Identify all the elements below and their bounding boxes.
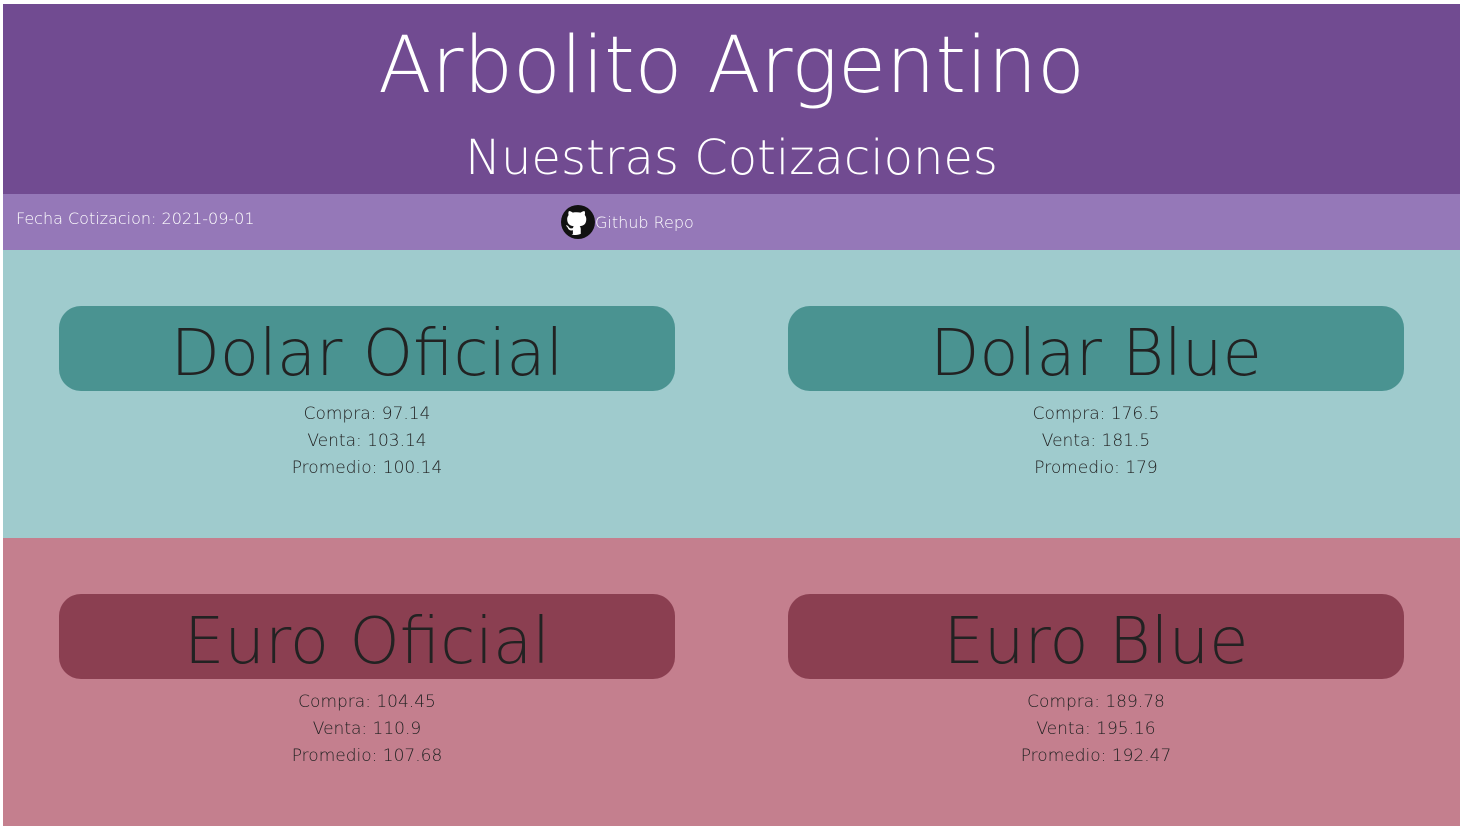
card-dolar-blue: Dolar Blue Compra: 176.5 Venta: 181.5 Pr… <box>788 306 1404 482</box>
promedio-value: 100.14 <box>382 458 443 478</box>
venta-row: Venta: 181.5 <box>788 428 1404 455</box>
dolar-oficial-title[interactable]: Dolar Oficial <box>59 306 675 391</box>
promedio-value: 192.47 <box>1111 746 1172 766</box>
venta-row: Venta: 110.9 <box>59 716 675 743</box>
compra-label: Compra: <box>1027 692 1106 712</box>
github-repo-label: Github Repo <box>595 212 694 232</box>
dolar-section: Dolar Oficial Compra: 97.14 Venta: 103.1… <box>3 250 1460 538</box>
compra-value: 104.45 <box>376 692 436 712</box>
euro-oficial-title[interactable]: Euro Oficial <box>59 594 675 679</box>
venta-label: Venta: <box>312 719 373 739</box>
venta-label: Venta: <box>307 431 368 451</box>
page-title: Arbolito Argentino <box>378 21 1085 111</box>
promedio-label: Promedio: <box>1034 458 1126 478</box>
compra-label: Compra: <box>298 692 377 712</box>
page-subtitle: Nuestras Cotizaciones <box>465 130 998 186</box>
venta-row: Venta: 103.14 <box>59 428 675 455</box>
venta-value: 110.9 <box>372 719 422 739</box>
page: Arbolito Argentino Nuestras Cotizaciones… <box>3 4 1460 826</box>
euro-blue-title[interactable]: Euro Blue <box>788 594 1404 679</box>
github-icon <box>561 205 595 239</box>
euro-oficial-values: Compra: 104.45 Venta: 110.9 Promedio: 10… <box>59 689 675 770</box>
promedio-row: Promedio: 179 <box>788 455 1404 482</box>
venta-value: 181.5 <box>1101 431 1151 451</box>
promedio-value: 179 <box>1125 458 1158 478</box>
compra-value: 189.78 <box>1105 692 1165 712</box>
card-dolar-oficial: Dolar Oficial Compra: 97.14 Venta: 103.1… <box>59 306 675 482</box>
promedio-row: Promedio: 192.47 <box>788 743 1404 770</box>
venta-value: 195.16 <box>1096 719 1156 739</box>
venta-value: 103.14 <box>367 431 427 451</box>
github-repo-link[interactable]: Github Repo <box>561 205 694 239</box>
fecha-cotizacion: Fecha Cotizacion: 2021-09-01 <box>16 209 255 228</box>
compra-label: Compra: <box>303 404 382 424</box>
dolar-blue-values: Compra: 176.5 Venta: 181.5 Promedio: 179 <box>788 401 1404 482</box>
compra-row: Compra: 104.45 <box>59 689 675 716</box>
promedio-label: Promedio: <box>1020 746 1112 766</box>
euro-blue-values: Compra: 189.78 Venta: 195.16 Promedio: 1… <box>788 689 1404 770</box>
compra-value: 97.14 <box>381 404 431 424</box>
euro-section: Euro Oficial Compra: 104.45 Venta: 110.9… <box>3 538 1460 826</box>
compra-row: Compra: 97.14 <box>59 401 675 428</box>
promedio-label: Promedio: <box>291 746 383 766</box>
promedio-value: 107.68 <box>382 746 443 766</box>
card-euro-oficial: Euro Oficial Compra: 104.45 Venta: 110.9… <box>59 594 675 770</box>
venta-label: Venta: <box>1041 431 1102 451</box>
compra-label: Compra: <box>1032 404 1111 424</box>
fecha-value: 2021-09-01 <box>161 209 255 228</box>
header: Arbolito Argentino Nuestras Cotizaciones <box>3 4 1460 194</box>
venta-row: Venta: 195.16 <box>788 716 1404 743</box>
card-euro-blue: Euro Blue Compra: 189.78 Venta: 195.16 P… <box>788 594 1404 770</box>
promedio-row: Promedio: 107.68 <box>59 743 675 770</box>
compra-value: 176.5 <box>1110 404 1160 424</box>
fecha-label: Fecha Cotizacion: <box>16 209 162 228</box>
promedio-label: Promedio: <box>291 458 383 478</box>
compra-row: Compra: 189.78 <box>788 689 1404 716</box>
info-bar: Fecha Cotizacion: 2021-09-01 Github Repo <box>3 194 1460 250</box>
dolar-oficial-values: Compra: 97.14 Venta: 103.14 Promedio: 10… <box>59 401 675 482</box>
dolar-blue-title[interactable]: Dolar Blue <box>788 306 1404 391</box>
venta-label: Venta: <box>1036 719 1097 739</box>
promedio-row: Promedio: 100.14 <box>59 455 675 482</box>
compra-row: Compra: 176.5 <box>788 401 1404 428</box>
